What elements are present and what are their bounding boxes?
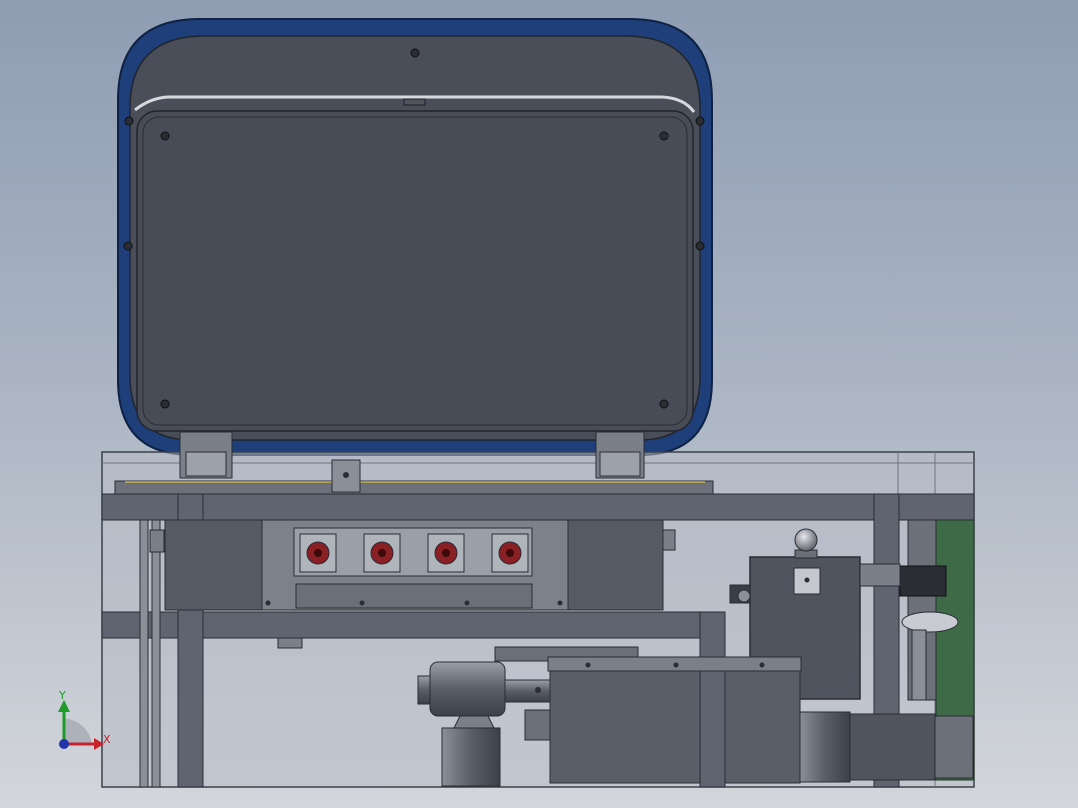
valve-fitting[interactable] (363, 533, 401, 573)
lid-latch (403, 98, 426, 106)
lid-assembly[interactable] (117, 18, 713, 456)
cad-model-viewport[interactable]: Y X (0, 0, 1078, 808)
valve-fitting[interactable] (299, 533, 337, 573)
y-axis-label: Y (58, 689, 66, 702)
valve-fitting[interactable] (427, 533, 465, 573)
drain-fitting (277, 637, 303, 649)
valve-manifold[interactable] (149, 519, 676, 611)
x-axis-label: X (103, 733, 111, 746)
triad-plane (64, 718, 92, 744)
valve-fitting[interactable] (491, 533, 529, 573)
indicator-bulb (794, 528, 818, 552)
lid-window-panel (136, 110, 694, 432)
z-axis-dot (59, 739, 69, 749)
